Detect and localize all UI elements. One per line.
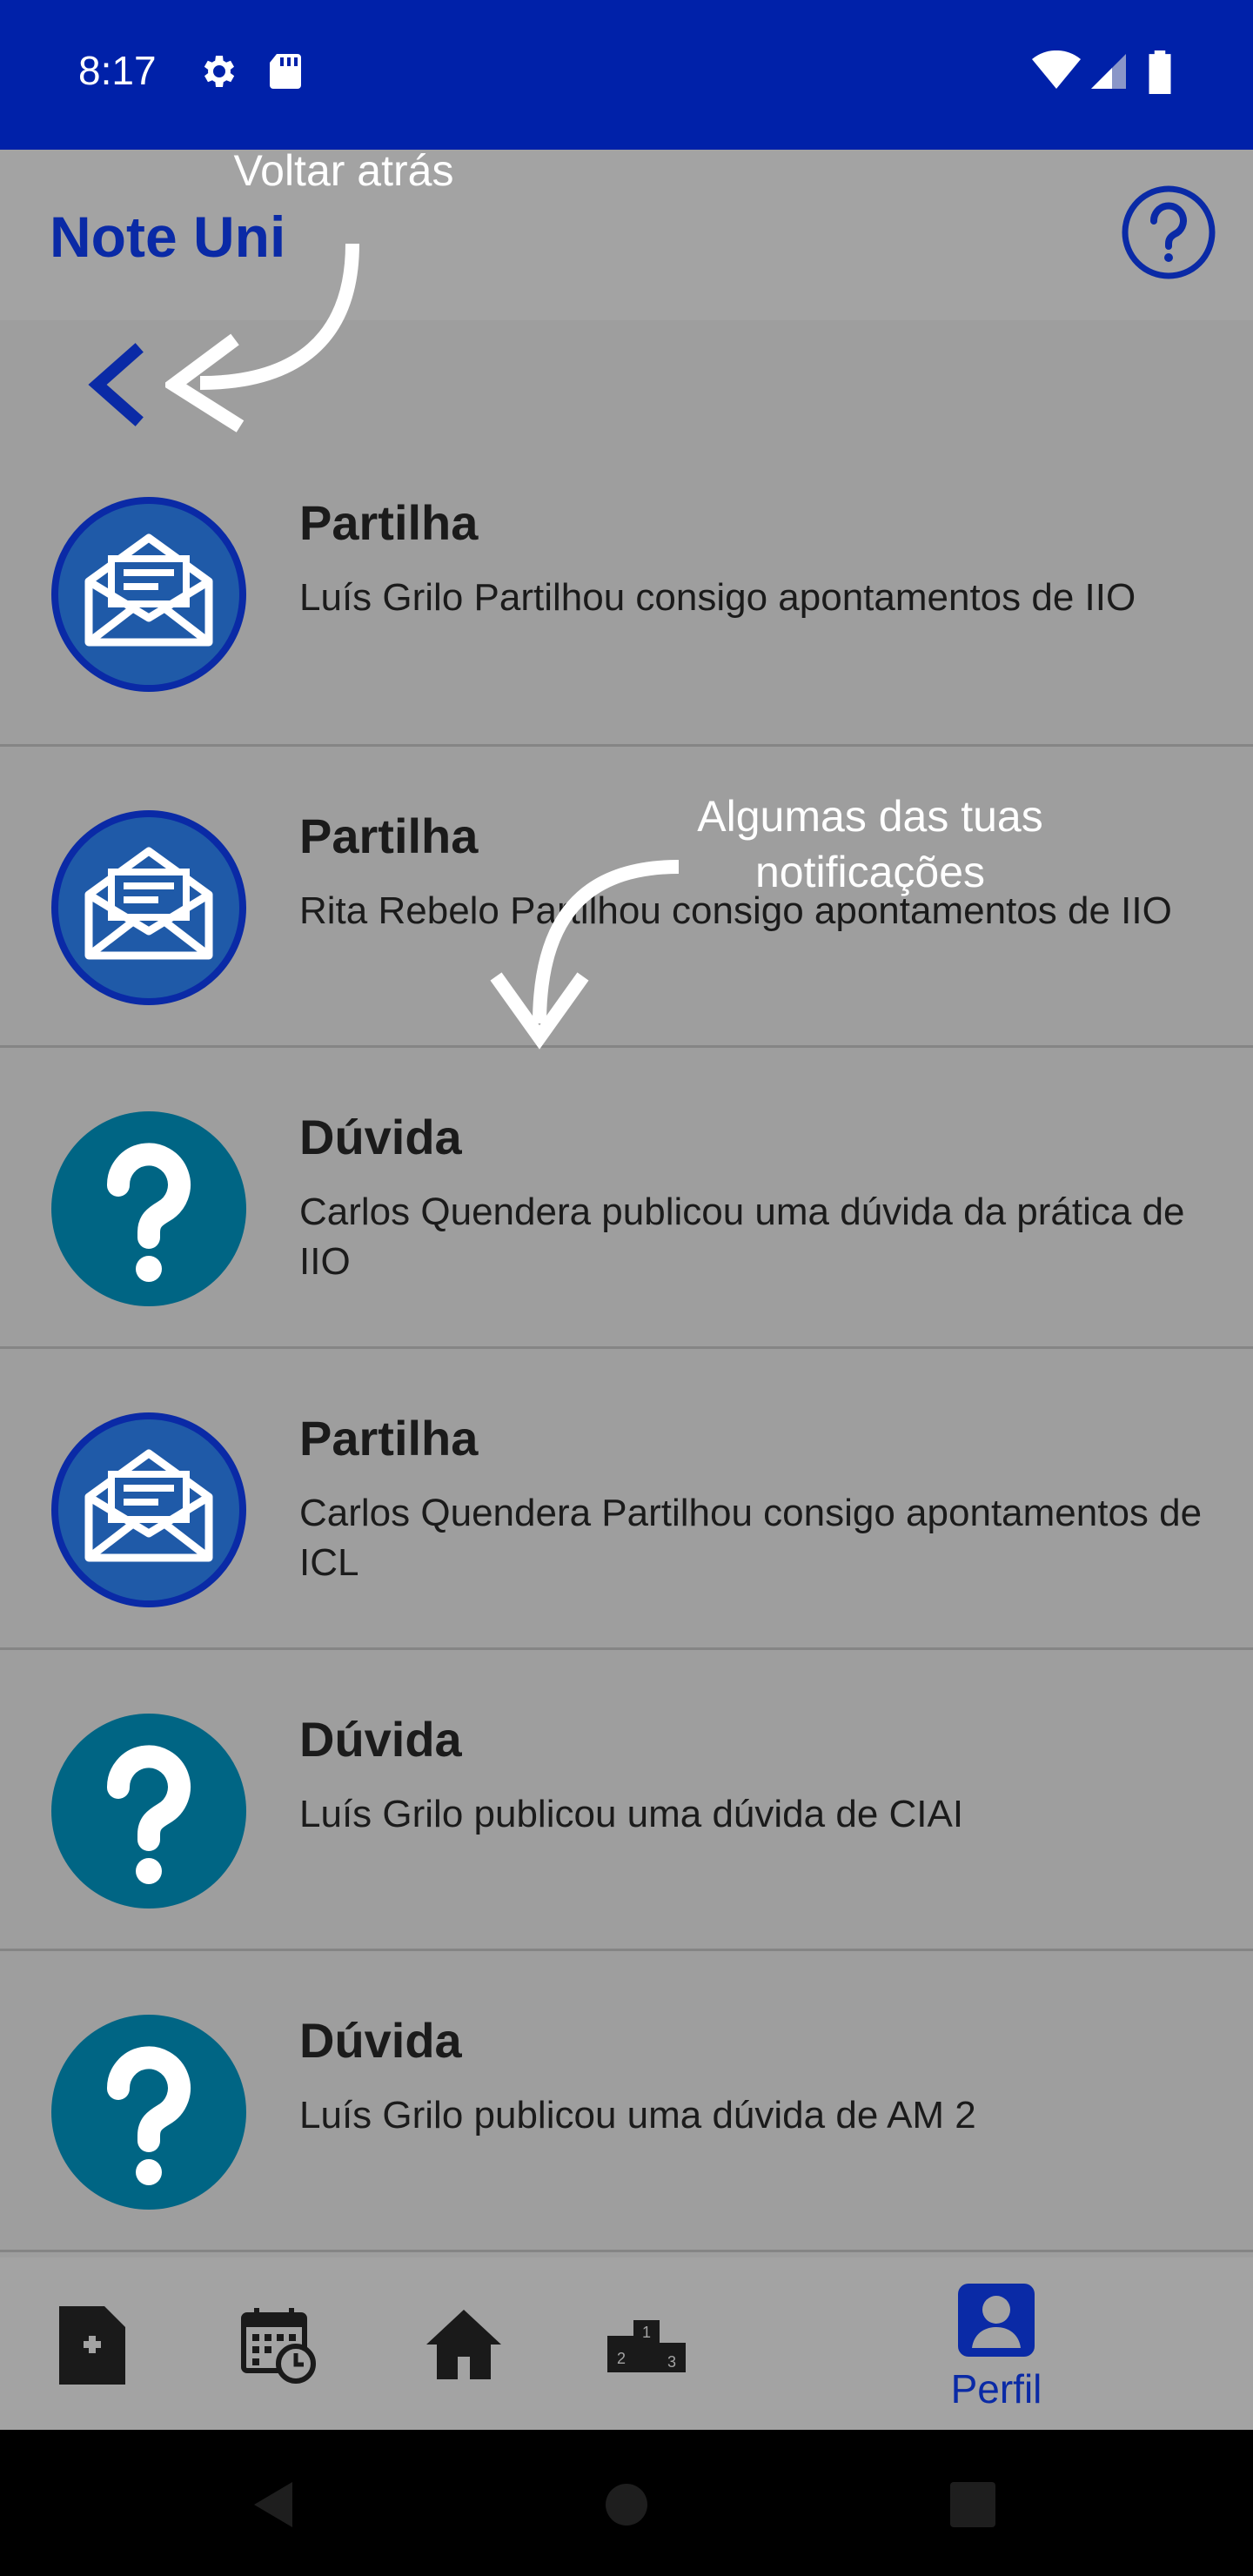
bottom-nav: 1 2 3 Perfil — [0, 2257, 1253, 2430]
notification-title: Partilha — [299, 1411, 479, 1466]
notification-title: Dúvida — [299, 1712, 462, 1767]
notification-text: Carlos Quendera Partilhou consigo aponta… — [299, 1492, 1203, 1584]
nav-calendar[interactable] — [228, 2257, 324, 2430]
question-icon — [51, 2015, 246, 2210]
nav-profile-label: Perfil — [950, 2366, 1042, 2412]
battery-icon — [1149, 50, 1171, 94]
home-icon — [426, 2310, 501, 2379]
sd-card-icon — [270, 54, 301, 89]
notification-item[interactable]: Dúvida Carlos Quendera publicou uma dúvid… — [0, 1048, 1253, 1349]
profile-icon — [958, 2284, 1035, 2357]
question-icon — [51, 1111, 246, 1306]
notification-text: Carlos Quendera publicou uma dúvida da p… — [299, 1191, 1185, 1283]
nav-profile[interactable]: Perfil — [922, 2257, 1070, 2430]
notification-item[interactable]: Dúvida Luís Grilo publicou uma dúvida de … — [0, 1650, 1253, 1951]
back-arrow-icon[interactable] — [78, 341, 157, 428]
list-hint-text: Algumas das tuas notificações — [697, 792, 1043, 896]
question-icon — [51, 1714, 246, 1909]
notification-text: Luís Grilo Partilhou consigo apontamento… — [299, 576, 1136, 619]
svg-text:3: 3 — [667, 2353, 676, 2371]
status-bar: 8:17 — [0, 0, 1253, 150]
calendar-clock-icon — [241, 2308, 316, 2384]
podium-icon: 1 2 3 — [607, 2320, 686, 2372]
svg-text:1: 1 — [642, 2324, 651, 2341]
notification-title: Dúvida — [299, 1110, 462, 1164]
notification-list: Partilha Luís Grilo Partilhou consigo apo… — [0, 433, 1253, 2252]
envelope-icon — [51, 1412, 246, 1607]
nav-home[interactable] — [416, 2257, 512, 2430]
envelope-icon — [51, 810, 246, 1005]
notification-item[interactable]: Dúvida Luís Grilo publicou uma dúvida de … — [0, 1951, 1253, 2252]
help-button[interactable] — [1121, 184, 1216, 280]
status-time: 8:17 — [78, 48, 157, 93]
system-recents-icon[interactable] — [950, 2482, 995, 2527]
back-hint-text: Voltar atrás — [233, 146, 454, 195]
signal-icon — [1091, 54, 1126, 89]
nav-ranking[interactable]: 1 2 3 — [600, 2257, 696, 2430]
notification-item[interactable]: Partilha Luís Grilo Partilhou consigo apo… — [0, 433, 1253, 747]
notification-title: Dúvida — [299, 2013, 462, 2068]
system-nav-bar — [0, 2430, 1253, 2576]
list-hint-arrow-icon — [490, 860, 680, 1050]
notification-title: Partilha — [299, 495, 479, 550]
svg-text:2: 2 — [617, 2350, 626, 2367]
notification-text: Luís Grilo publicou uma dúvida de AM 2 — [299, 2094, 976, 2137]
gear-icon — [204, 56, 235, 87]
wifi-icon — [1032, 50, 1081, 89]
envelope-icon — [51, 497, 246, 692]
system-back-icon[interactable] — [252, 2480, 296, 2529]
system-home-icon[interactable] — [604, 2482, 649, 2527]
notification-text: Luís Grilo publicou uma dúvida de CIAI — [299, 1793, 964, 1835]
nav-add-note[interactable] — [44, 2257, 139, 2430]
back-hint-arrow-icon — [165, 243, 359, 433]
add-document-icon — [59, 2306, 125, 2385]
notification-title: Partilha — [299, 808, 479, 863]
notification-item[interactable]: Partilha Carlos Quendera Partilhou consig… — [0, 1349, 1253, 1650]
